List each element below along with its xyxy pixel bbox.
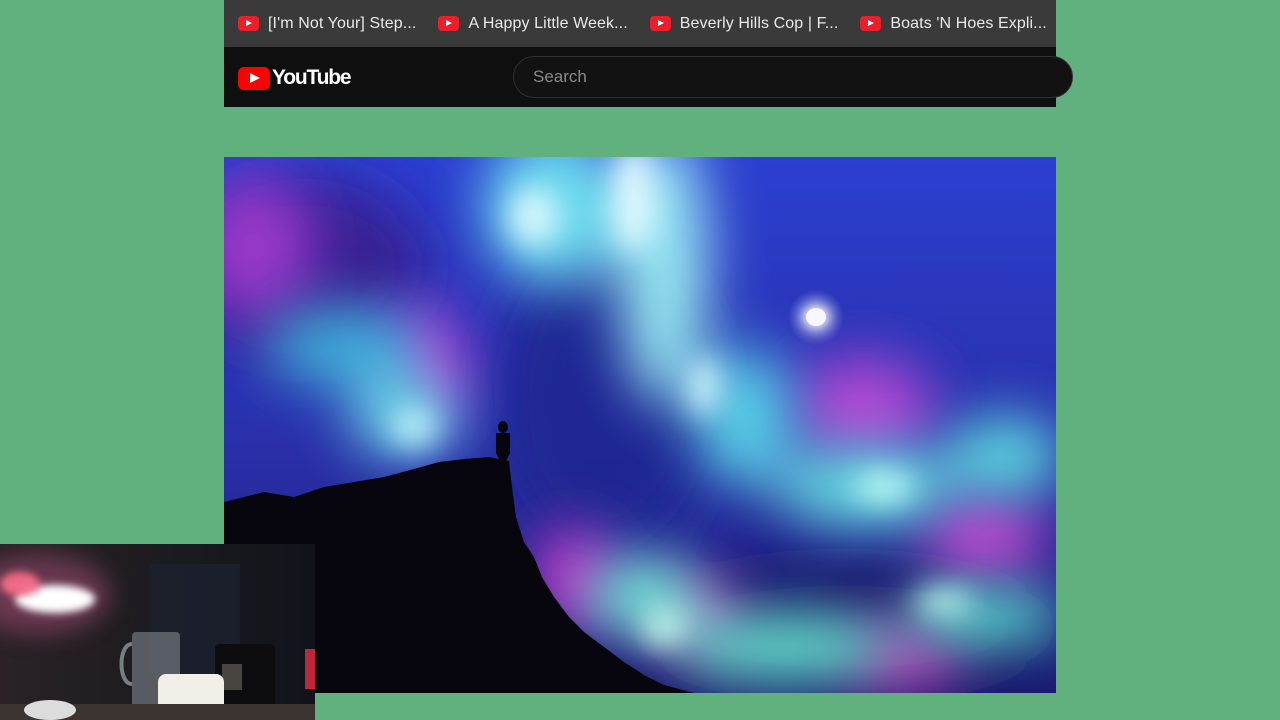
youtube-icon	[238, 16, 259, 31]
youtube-logo[interactable]: YouTube	[238, 66, 352, 90]
youtube-icon	[860, 16, 882, 31]
search-box[interactable]	[513, 56, 1073, 98]
youtube-logo-icon	[238, 66, 270, 90]
bookmark-label: [I'm Not Your] Step...	[268, 14, 417, 32]
bookmarks-bar: [I'm Not Your] Step... A Happy Little We…	[224, 0, 1056, 47]
bookmark-item-1[interactable]: [I'm Not Your] Step...	[238, 9, 416, 39]
desktop-canvas: [I'm Not Your] Step... A Happy Little We…	[0, 0, 1280, 720]
bookmark-item-2[interactable]: A Happy Little Week...	[438, 9, 628, 39]
webcam-image	[0, 544, 315, 720]
bookmark-label: Boats 'N Hoes Expli...	[890, 14, 1047, 32]
bookmark-item-4[interactable]: Boats 'N Hoes Expli...	[860, 9, 1047, 39]
youtube-icon	[438, 16, 460, 31]
bookmark-label: Beverly Hills Cop | F...	[679, 14, 839, 32]
search-input[interactable]	[531, 66, 1072, 88]
video-player[interactable]	[224, 157, 1056, 693]
youtube-header: YouTube	[224, 47, 1073, 107]
bookmark-label: A Happy Little Week...	[468, 14, 628, 32]
webcam-overlay	[0, 544, 315, 720]
youtube-icon	[649, 16, 671, 31]
youtube-logo-text: YouTube	[272, 66, 352, 89]
video-frame-aurora	[224, 157, 1056, 693]
bookmark-item-3[interactable]: Beverly Hills Cop | F...	[649, 9, 839, 39]
person-silhouette	[496, 421, 510, 461]
